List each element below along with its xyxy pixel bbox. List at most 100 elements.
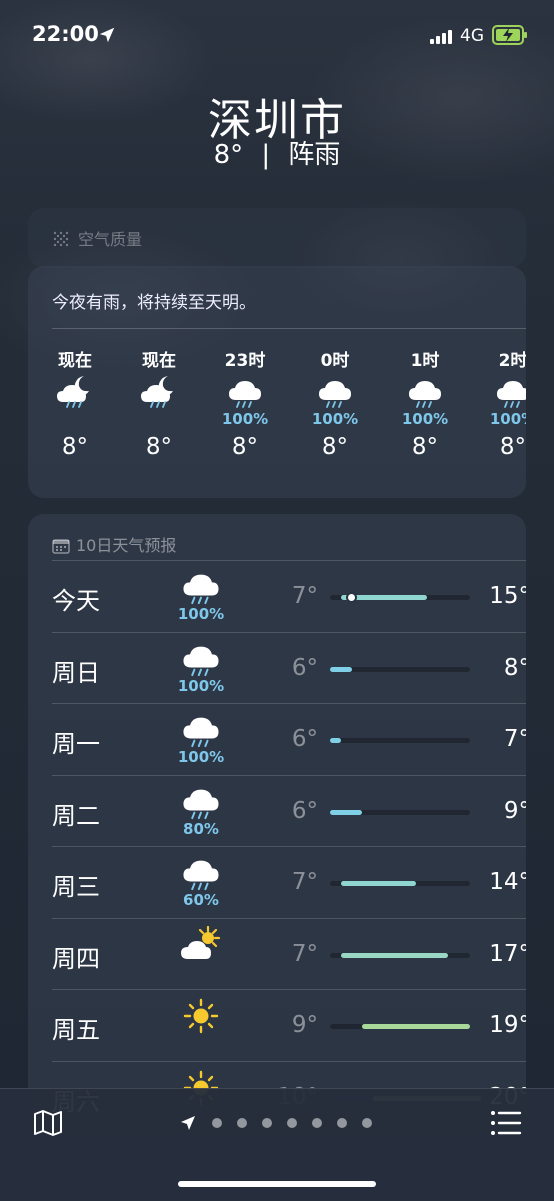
cloud-rain-icon xyxy=(390,374,460,424)
temp-range-track xyxy=(330,594,470,601)
current-condition: 阵雨 xyxy=(288,140,341,170)
hour-temp: 8° xyxy=(411,434,439,460)
hourly-strip[interactable]: 现在8°现在8°23时100%8°0时100%8°1时100%8°2时100%8… xyxy=(28,346,526,486)
day-low-temp: 7° xyxy=(291,583,318,609)
page-dot[interactable] xyxy=(237,1118,247,1128)
day-precip: 100% xyxy=(177,748,225,766)
current-summary: 8° | 阵雨 xyxy=(0,134,554,171)
summary-divider: | xyxy=(261,140,271,170)
day-precip: 80% xyxy=(183,819,219,838)
map-icon[interactable] xyxy=(32,1107,64,1139)
cloud-rain-icon xyxy=(178,567,224,607)
page-dot[interactable] xyxy=(262,1118,272,1128)
hourly-forecast-card[interactable]: 今夜有雨，将持续至天明。 现在 8° 现在 8° 23时 100% 8° 0时 100% 8° 1时… xyxy=(28,266,526,498)
hour-temp: 8° xyxy=(61,434,89,460)
day-label: 周二 xyxy=(52,801,100,830)
current-temp-dot xyxy=(348,594,356,601)
air-quality-card[interactable]: 空气质量 xyxy=(28,208,526,268)
hour-label: 2时 xyxy=(498,351,526,371)
temp-range-track xyxy=(330,881,470,886)
hourly-item: 2时100%8° xyxy=(478,346,526,460)
page-dot[interactable] xyxy=(337,1118,347,1128)
bottom-toolbar xyxy=(0,1088,554,1201)
day-label: 周三 xyxy=(52,873,100,901)
air-quality-title: 空气质量 xyxy=(78,230,143,249)
hourly-description: 今夜有雨，将持续至天明。 xyxy=(52,293,256,313)
list-icon[interactable] xyxy=(490,1109,522,1137)
moon-cloud-rain-icon xyxy=(40,374,110,424)
network-type: 4G xyxy=(460,26,484,46)
page-dot[interactable] xyxy=(312,1118,322,1128)
sun-cloud-icon xyxy=(178,925,224,965)
hour-temp: 8° xyxy=(145,434,173,460)
temp-range-track xyxy=(330,809,470,815)
hour-temp: 8° xyxy=(499,434,526,460)
day-high-temp: 17° xyxy=(489,940,526,967)
day-precip: 100% xyxy=(177,605,225,623)
hour-label: 现在 xyxy=(142,351,176,371)
temp-range-bar xyxy=(330,738,341,743)
day-high-temp: 9° xyxy=(503,797,526,824)
temp-range-track xyxy=(330,738,470,743)
home-indicator[interactable] xyxy=(178,1181,376,1187)
hourly-divider xyxy=(52,328,526,329)
daily-row[interactable]: 周日 100% 6° 8° xyxy=(52,631,526,704)
hourly-item: 现在 8° xyxy=(40,346,110,460)
day-low-temp: 6° xyxy=(291,797,318,824)
temp-range-bar xyxy=(340,952,449,958)
daily-row[interactable]: 周三 60% 7° 14° xyxy=(52,846,526,918)
cloud-rain-icon xyxy=(178,782,224,822)
status-bar: 22:00 4G xyxy=(0,0,554,70)
air-quality-header: 空气质量 xyxy=(52,226,142,250)
daily-row[interactable]: 周五 9° 19° xyxy=(52,989,526,1061)
cloud-rain-icon xyxy=(478,374,526,424)
cloud-rain-icon xyxy=(178,639,224,679)
day-high-temp: 8° xyxy=(503,654,526,681)
daily-row[interactable]: 今天 100% 7° 15° xyxy=(52,560,526,632)
day-precip: 60% xyxy=(183,891,219,909)
calendar-icon xyxy=(52,539,70,554)
location-arrow-icon xyxy=(99,27,115,43)
page-dot[interactable] xyxy=(287,1118,297,1128)
page-dot[interactable] xyxy=(212,1118,222,1128)
current-temp: 8° xyxy=(213,140,244,170)
day-high-temp: 14° xyxy=(489,869,526,895)
day-label: 周一 xyxy=(52,730,100,758)
hourly-item: 23时 100% 8° xyxy=(210,346,280,460)
day-low-temp: 7° xyxy=(291,940,318,967)
day-low-temp: 6° xyxy=(291,654,318,681)
cellular-signal-icon xyxy=(430,30,452,44)
temp-range-bar xyxy=(330,666,352,672)
hour-label: 23时 xyxy=(224,351,266,371)
ten-day-forecast-card[interactable]: 10日天气预报 今天 100% 7° 15° 周日 100% 6° 8° 周一 100% 6° 7° 周… xyxy=(28,514,526,1134)
moon-cloud-rain-icon xyxy=(124,374,194,424)
cloud-rain-icon xyxy=(178,853,224,893)
daily-row[interactable]: 周四 7° 17° xyxy=(52,917,526,990)
status-time: 22:00 xyxy=(32,22,99,46)
cloud-rain-icon xyxy=(210,374,280,424)
hourly-item: 现在 8° xyxy=(124,346,194,460)
day-high-temp: 19° xyxy=(489,1012,526,1038)
hour-label: 1时 xyxy=(410,351,440,371)
day-high-temp: 15° xyxy=(489,583,526,609)
hour-temp: 8° xyxy=(231,434,259,460)
day-precip: 100% xyxy=(177,676,225,695)
sun-icon xyxy=(178,996,224,1036)
day-low-temp: 6° xyxy=(291,726,318,752)
ten-day-header: 10日天气预报 xyxy=(52,532,176,556)
air-quality-icon xyxy=(53,231,69,247)
page-dot[interactable] xyxy=(362,1118,372,1128)
temp-range-track xyxy=(330,666,470,672)
daily-row[interactable]: 周二 80% 6° 9° xyxy=(52,774,526,847)
location-arrow-icon xyxy=(181,1116,195,1130)
hourly-item: 1时 100% 8° xyxy=(390,346,460,460)
hour-label: 现在 xyxy=(58,351,92,371)
day-label: 周五 xyxy=(52,1016,100,1044)
temp-range-track xyxy=(330,952,470,958)
daily-row[interactable]: 周一 100% 6° 7° xyxy=(52,703,526,775)
day-label: 周四 xyxy=(52,944,100,973)
ten-day-title: 10日天气预报 xyxy=(76,536,177,555)
hour-temp: 8° xyxy=(321,434,349,460)
day-label: 今天 xyxy=(52,587,100,615)
temp-range-track xyxy=(330,1024,470,1029)
